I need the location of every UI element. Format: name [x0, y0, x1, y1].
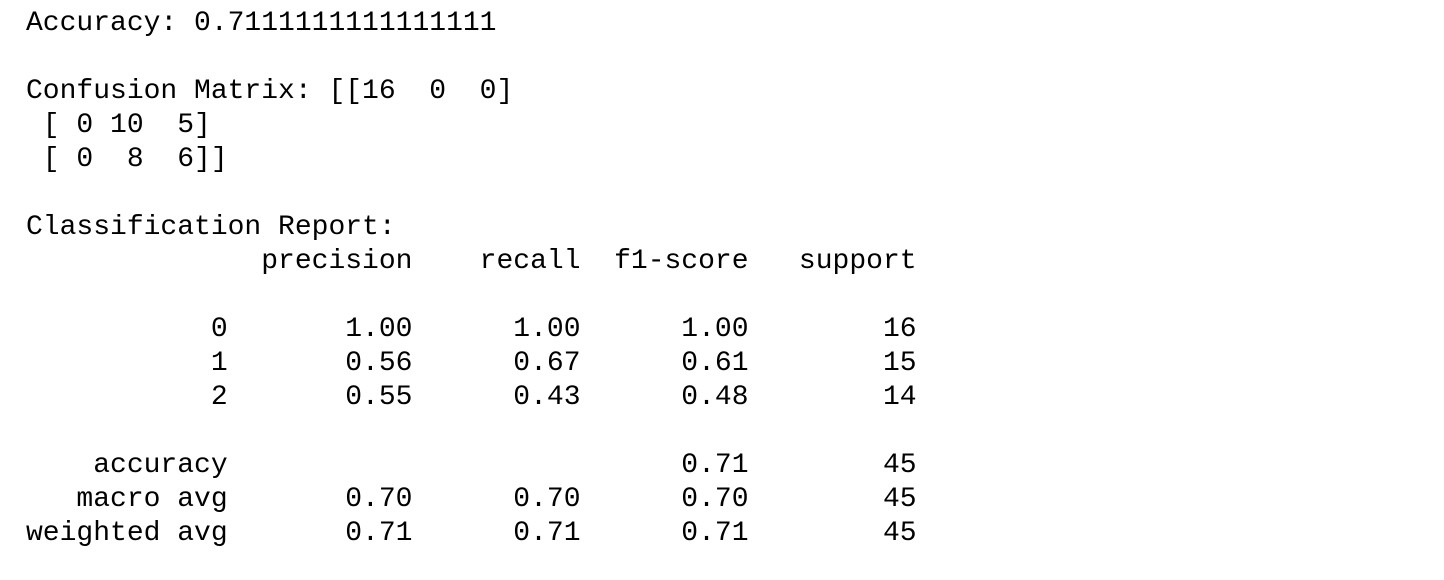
report-row-class-2: 2 0.55 0.43 0.48 14 [26, 382, 917, 413]
accuracy-line: Accuracy: 0.7111111111111111 [26, 8, 497, 39]
confusion-matrix-line: Confusion Matrix: [[16 0 0] [26, 76, 514, 107]
report-row-weighted-avg: weighted avg 0.71 0.71 0.71 45 [26, 518, 917, 549]
report-row-class-0: 0 1.00 1.00 1.00 16 [26, 314, 917, 345]
report-row-macro-avg: macro avg 0.70 0.70 0.70 45 [26, 484, 917, 515]
report-row-class-1: 1 0.56 0.67 0.61 15 [26, 348, 917, 379]
confusion-matrix-line: [ 0 10 5] [26, 110, 211, 141]
report-line [26, 415, 917, 449]
report-line [26, 279, 917, 313]
confusion-matrix-line: [ 0 8 6]] [26, 144, 228, 175]
console-output: Accuracy: 0.7111111111111111 Confusion M… [26, 7, 917, 551]
report-header: precision recall f1-score support [26, 246, 917, 277]
report-title: Classification Report: [26, 212, 396, 243]
report-row-accuracy: accuracy 0.71 45 [26, 450, 917, 481]
